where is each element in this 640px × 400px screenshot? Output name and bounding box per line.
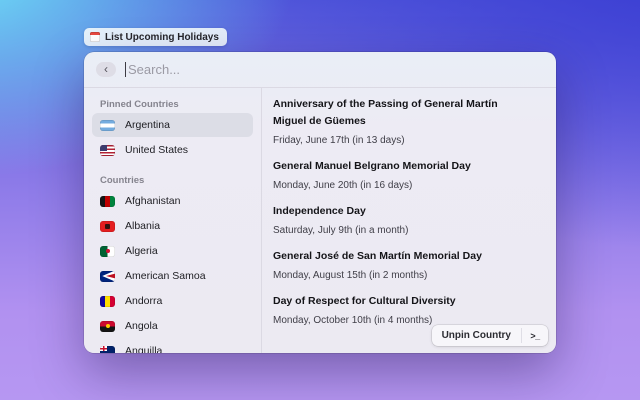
argentina-flag-icon — [100, 120, 115, 131]
holiday-item: Independence Day Saturday, July 9th (in … — [273, 203, 546, 240]
countries-header: Countries — [92, 172, 253, 189]
action-bar: Unpin Country >_ — [432, 325, 548, 346]
united-states-flag-icon — [100, 145, 115, 156]
country-label: Angola — [125, 320, 158, 332]
country-label: Andorra — [125, 295, 162, 307]
andorra-flag-icon — [100, 296, 115, 307]
holiday-title: Anniversary of the Passing of General Ma… — [273, 96, 529, 129]
holiday-date: Friday, June 17th (in 13 days) — [273, 133, 546, 150]
angola-flag-icon — [100, 321, 115, 332]
holiday-detail-pane: Anniversary of the Passing of General Ma… — [262, 88, 556, 353]
sidebar-item-argentina[interactable]: Argentina — [92, 113, 253, 137]
afghanistan-flag-icon — [100, 196, 115, 207]
holiday-title: Independence Day — [273, 203, 529, 220]
sidebar-item-afghanistan[interactable]: Afghanistan — [92, 189, 253, 213]
albania-flag-icon — [100, 221, 115, 232]
sidebar-item-andorra[interactable]: Andorra — [92, 289, 253, 313]
holiday-date: Monday, June 20th (in 16 days) — [273, 178, 546, 195]
country-label: Afghanistan — [125, 195, 180, 207]
terminal-icon: >_ — [530, 331, 539, 341]
command-tag[interactable]: List Upcoming Holidays — [84, 28, 227, 46]
sidebar-item-algeria[interactable]: Algeria — [92, 239, 253, 263]
chevron-left-icon: ‹ — [104, 63, 108, 75]
desktop-background: { "colors": { "bg_gradient_top_left": "#… — [0, 0, 640, 400]
country-label: Argentina — [125, 119, 170, 131]
sidebar-item-anguilla[interactable]: Anguilla — [92, 339, 253, 353]
sidebar-item-american-samoa[interactable]: American Samoa — [92, 264, 253, 288]
window-body: Pinned Countries Argentina United States… — [84, 88, 556, 353]
sidebar-item-albania[interactable]: Albania — [92, 214, 253, 238]
search-placeholder: Search... — [128, 62, 180, 77]
holiday-title: General Manuel Belgrano Memorial Day — [273, 158, 529, 175]
algeria-flag-icon — [100, 246, 115, 257]
anguilla-flag-icon — [100, 346, 115, 354]
country-label: Algeria — [125, 245, 158, 257]
text-caret — [125, 62, 126, 77]
holiday-date: Monday, August 15th (in 2 months) — [273, 268, 546, 285]
terminal-shortcut-button[interactable]: >_ — [522, 325, 548, 346]
country-label: United States — [125, 144, 188, 156]
holiday-item: General José de San Martín Memorial Day … — [273, 248, 546, 285]
sidebar-item-united-states[interactable]: United States — [92, 138, 253, 162]
holiday-title: General José de San Martín Memorial Day — [273, 248, 529, 265]
holiday-date: Saturday, July 9th (in a month) — [273, 223, 546, 240]
raycast-window: ‹ Search... Pinned Countries Argentina U… — [84, 52, 556, 353]
search-bar: ‹ Search... — [84, 52, 556, 88]
holiday-item: Day of Respect for Cultural Diversity Mo… — [273, 293, 546, 330]
unpin-country-button[interactable]: Unpin Country — [432, 325, 521, 346]
american-samoa-flag-icon — [100, 271, 115, 282]
calendar-icon — [90, 32, 100, 42]
country-label: American Samoa — [125, 270, 206, 282]
holiday-item: General Manuel Belgrano Memorial Day Mon… — [273, 158, 546, 195]
holiday-title: Day of Respect for Cultural Diversity — [273, 293, 529, 310]
command-tag-label: List Upcoming Holidays — [105, 32, 219, 43]
holiday-item: Anniversary of the Passing of General Ma… — [273, 96, 546, 150]
country-label: Albania — [125, 220, 160, 232]
pinned-countries-header: Pinned Countries — [92, 96, 253, 113]
back-button[interactable]: ‹ — [96, 62, 116, 77]
country-sidebar: Pinned Countries Argentina United States… — [84, 88, 262, 353]
sidebar-item-angola[interactable]: Angola — [92, 314, 253, 338]
country-label: Anguilla — [125, 345, 162, 353]
search-input[interactable]: Search... — [125, 62, 544, 77]
